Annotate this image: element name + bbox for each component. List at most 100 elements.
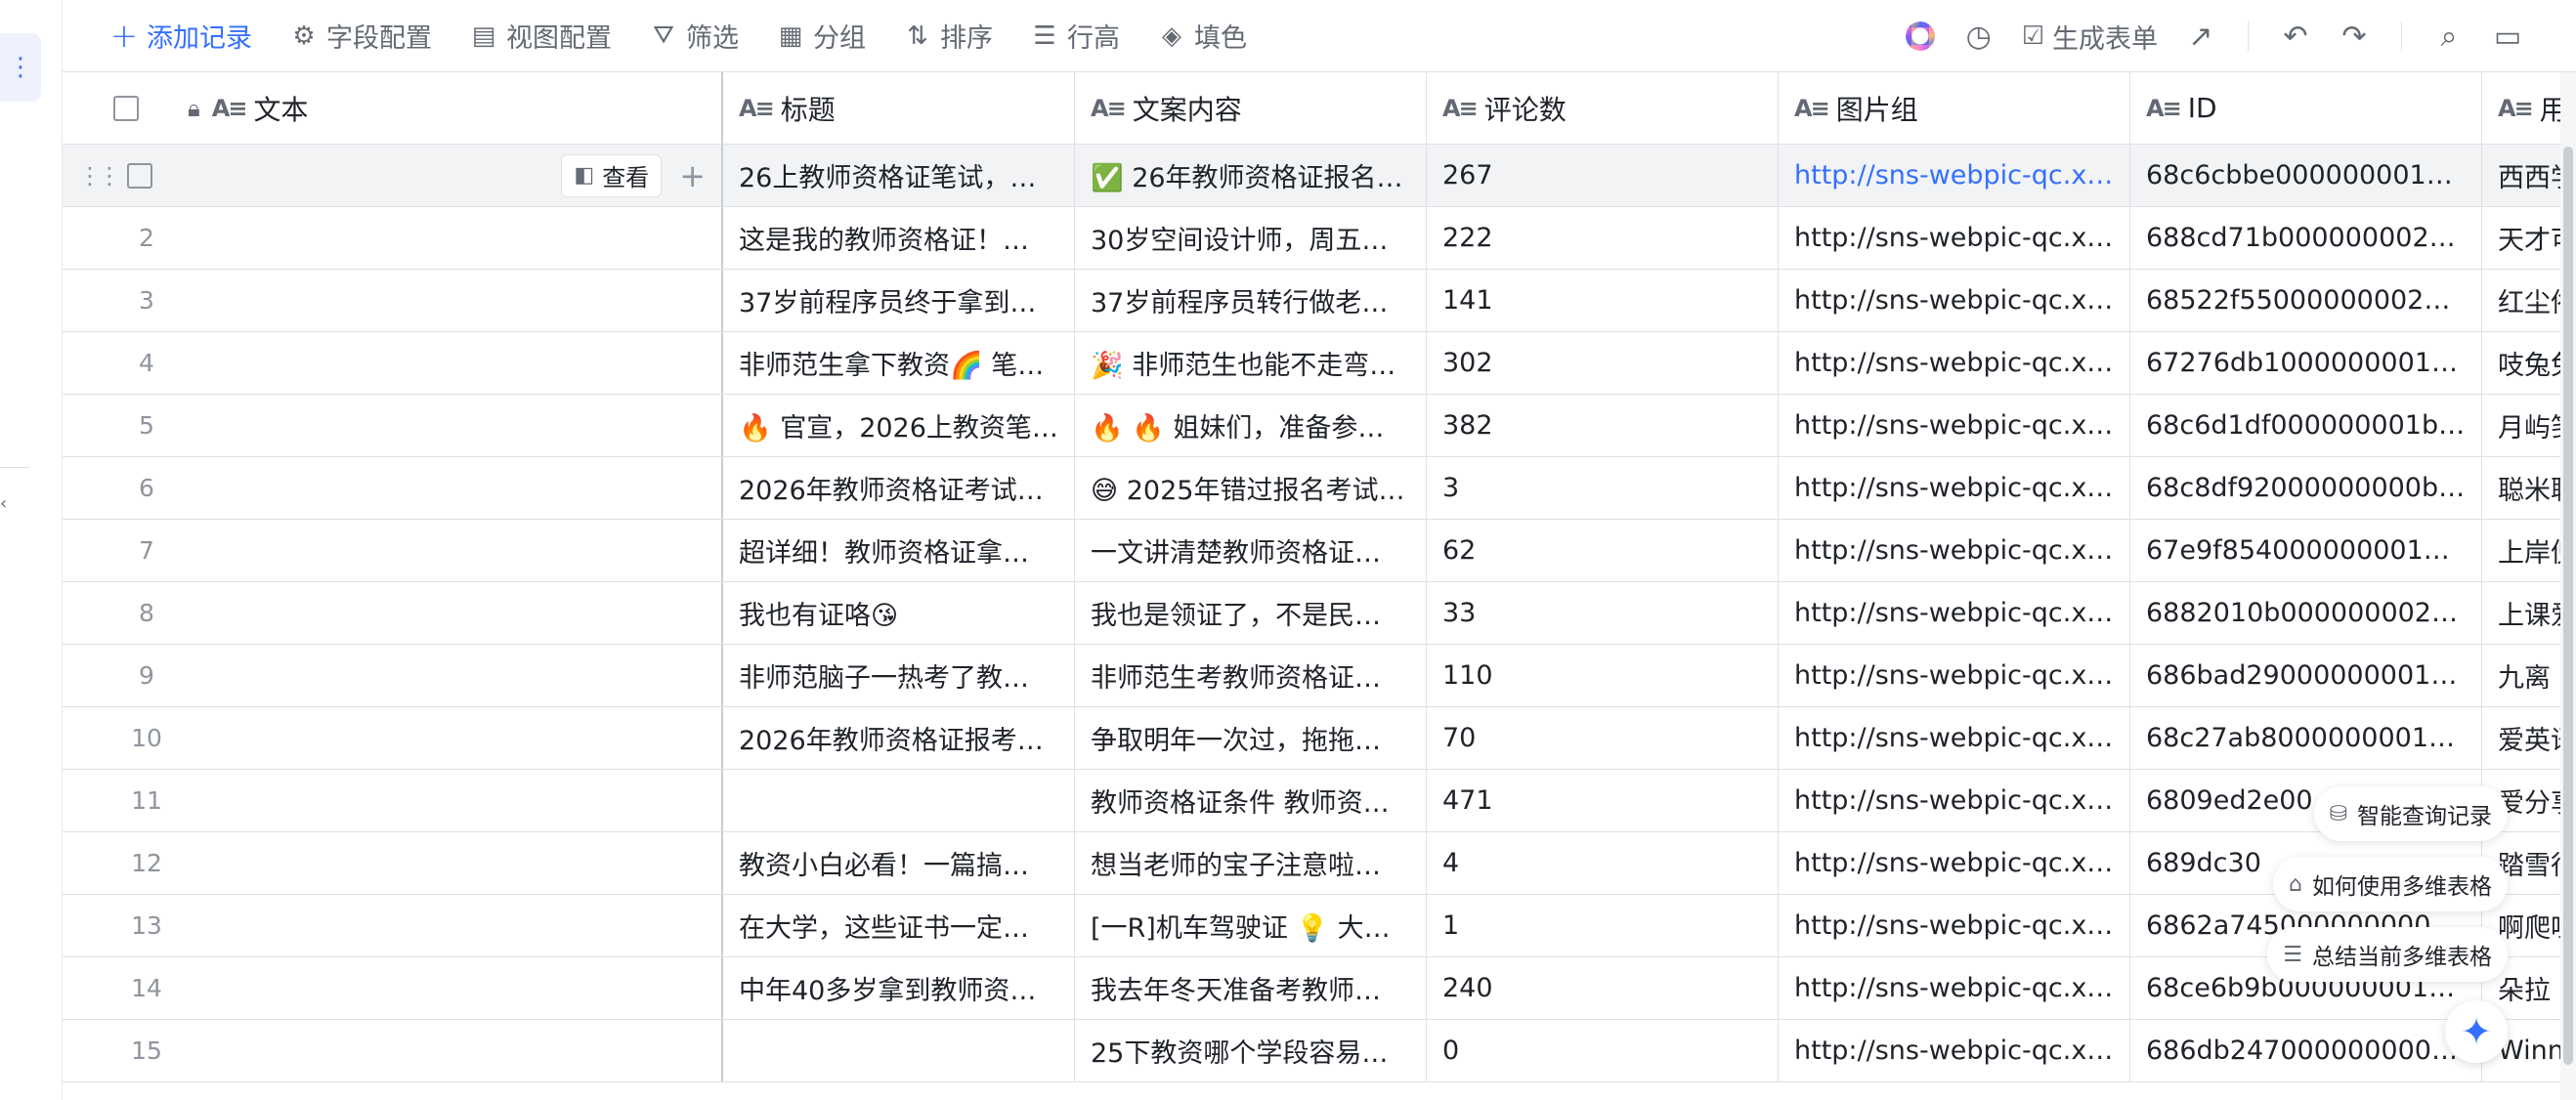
cell-comments[interactable]: 110 bbox=[1427, 645, 1779, 706]
cell-title[interactable]: 非师范脑子一热考了教… bbox=[723, 645, 1075, 706]
cell-content[interactable]: 🎉 非师范生也能不走弯… bbox=[1075, 332, 1427, 394]
undo-icon[interactable]: ↶ bbox=[2266, 0, 2325, 72]
cell-images[interactable]: http://sns-webpic-qc.x… bbox=[1779, 207, 2130, 269]
row-header-cell[interactable]: 14 bbox=[63, 957, 723, 1019]
column-header-content[interactable]: A≡ 文案内容 bbox=[1075, 72, 1427, 144]
table-row[interactable]: 10 2026年教师资格证报考… 争取明年一次过，拖拖… 70 http://s… bbox=[63, 707, 2576, 770]
row-header-cell[interactable]: 2 bbox=[63, 207, 723, 269]
cell-content[interactable]: 25下教资哪个学段容易… bbox=[1075, 1020, 1427, 1081]
cell-title[interactable]: 🔥 官宣，2026上教资笔… bbox=[723, 395, 1075, 456]
cell-id[interactable]: 67e9f854000000001d… bbox=[2130, 520, 2482, 581]
cell-images[interactable]: http://sns-webpic-qc.x… bbox=[1779, 1020, 2130, 1081]
cell-id[interactable]: 68522f550000000021… bbox=[2130, 270, 2482, 331]
cell-content[interactable]: 非师范生考教师资格证… bbox=[1075, 645, 1427, 706]
row-header-cell[interactable]: ⋮⋮ ◧ 查看 + bbox=[63, 145, 723, 206]
chevron-left-icon[interactable]: ‹ bbox=[0, 493, 7, 514]
cell-images[interactable]: http://sns-webpic-qc.x… bbox=[1779, 520, 2130, 581]
row-header-cell[interactable]: 6 bbox=[63, 457, 723, 519]
fill-color-button[interactable]: ◈ 填色 bbox=[1138, 0, 1266, 72]
cell-id[interactable]: 6882010b000000002… bbox=[2130, 582, 2482, 644]
table-row[interactable]: 14 中年40多岁拿到教师资… 我去年冬天准备考教师… 240 http://s… bbox=[63, 957, 2576, 1020]
column-header-title[interactable]: A≡ 标题 bbox=[723, 72, 1075, 144]
cell-comments[interactable]: 1 bbox=[1427, 895, 1779, 956]
cell-title[interactable]: 中年40多岁拿到教师资… bbox=[723, 957, 1075, 1019]
cell-title[interactable] bbox=[723, 770, 1075, 831]
cell-id[interactable]: 68c6cbbe000000001d… bbox=[2130, 145, 2482, 206]
cell-comments[interactable]: 141 bbox=[1427, 270, 1779, 331]
cell-images[interactable]: http://sns-webpic-qc.x… bbox=[1779, 645, 2130, 706]
cell-comments[interactable]: 222 bbox=[1427, 207, 1779, 269]
cell-images[interactable]: http://sns-webpic-qc.x… bbox=[1779, 457, 2130, 519]
ai-assistant-icon[interactable] bbox=[1891, 0, 1950, 72]
cell-content[interactable]: 我也是领证了，不是民… bbox=[1075, 582, 1427, 644]
cell-comments[interactable]: 4 bbox=[1427, 832, 1779, 894]
table-row[interactable]: 13 在大学，这些证书一定… [一R]机车驾驶证 💡 大… 1 http://s… bbox=[63, 895, 2576, 957]
cell-id[interactable]: 68c8df92000000000b… bbox=[2130, 457, 2482, 519]
cell-content[interactable]: 30岁空间设计师，周五… bbox=[1075, 207, 1427, 269]
comment-icon[interactable]: ▭ bbox=[2478, 0, 2537, 72]
plus-icon[interactable]: + bbox=[679, 157, 706, 194]
table-row[interactable]: 2 这是我的教师资格证！… 30岁空间设计师，周五… 222 http://sn… bbox=[63, 207, 2576, 270]
cell-id[interactable]: 68c6d1df000000001b… bbox=[2130, 395, 2482, 456]
cell-id[interactable]: 68c27ab8000000001b… bbox=[2130, 707, 2482, 769]
cell-comments[interactable]: 302 bbox=[1427, 332, 1779, 394]
row-header-cell[interactable]: 13 bbox=[63, 895, 723, 956]
table-row[interactable]: 15 25下教资哪个学段容易… 0 http://sns-webpic-qc.x… bbox=[63, 1020, 2576, 1082]
column-header-images[interactable]: A≡ 图片组 bbox=[1779, 72, 2130, 144]
cell-content[interactable]: 😅 2025年错过报名考试… bbox=[1075, 457, 1427, 519]
cell-comments[interactable]: 70 bbox=[1427, 707, 1779, 769]
row-header-cell[interactable]: 3 bbox=[63, 270, 723, 331]
vertical-scrollbar[interactable] bbox=[2560, 72, 2576, 1100]
row-header-cell[interactable]: 12 bbox=[63, 832, 723, 894]
search-icon[interactable]: ⌕ bbox=[2420, 0, 2478, 72]
cell-comments[interactable]: 3 bbox=[1427, 457, 1779, 519]
cell-images[interactable]: http://sns-webpic-qc.x… bbox=[1779, 770, 2130, 831]
row-header-cell[interactable]: 15 bbox=[63, 1020, 723, 1081]
expand-record-button[interactable]: ◧ 查看 bbox=[561, 153, 663, 197]
table-row[interactable]: ⋮⋮ ◧ 查看 + 26上教师资格证笔试，… ✅ 26年教师资格证报名… 267 … bbox=[63, 145, 2576, 207]
scrollbar-thumb[interactable] bbox=[2563, 147, 2573, 1065]
cell-comments[interactable]: 0 bbox=[1427, 1020, 1779, 1081]
cell-comments[interactable]: 382 bbox=[1427, 395, 1779, 456]
cell-content[interactable]: [一R]机车驾驶证 💡 大… bbox=[1075, 895, 1427, 956]
cell-images[interactable]: http://sns-webpic-qc.x… bbox=[1779, 145, 2130, 206]
cell-content[interactable]: 想当老师的宝子注意啦… bbox=[1075, 832, 1427, 894]
view-config-button[interactable]: ▤ 视图配置 bbox=[451, 0, 630, 72]
cell-title[interactable]: 非师范生拿下教资🌈 笔… bbox=[723, 332, 1075, 394]
summarize-button[interactable]: ☰ 总结当前多维表格 bbox=[2267, 927, 2508, 982]
cell-title[interactable]: 2026年教师资格证考试… bbox=[723, 457, 1075, 519]
row-height-button[interactable]: ☰ 行高 bbox=[1011, 0, 1138, 72]
cell-title[interactable]: 这是我的教师资格证！… bbox=[723, 207, 1075, 269]
smart-query-button[interactable]: ⛁ 智能查询记录 bbox=[2313, 786, 2508, 841]
cell-images[interactable]: http://sns-webpic-qc.x… bbox=[1779, 707, 2130, 769]
cell-images[interactable]: http://sns-webpic-qc.x… bbox=[1779, 270, 2130, 331]
row-header-cell[interactable]: 9 bbox=[63, 645, 723, 706]
generate-form-button[interactable]: ☑ 生成表单 bbox=[2008, 0, 2171, 72]
ai-sparkle-icon[interactable]: ✦ bbox=[2445, 1000, 2508, 1063]
table-row[interactable]: 7 超详细！教师资格证拿… 一文讲清楚教师资格证… 62 http://sns-… bbox=[63, 520, 2576, 582]
cell-title[interactable]: 37岁前程序员终于拿到… bbox=[723, 270, 1075, 331]
history-icon[interactable]: ◷ bbox=[1950, 0, 2008, 72]
row-header-cell[interactable]: 8 bbox=[63, 582, 723, 644]
cell-content[interactable]: 争取明年一次过，拖拖… bbox=[1075, 707, 1427, 769]
column-header-id[interactable]: A≡ ID bbox=[2130, 72, 2482, 144]
cell-comments[interactable]: 471 bbox=[1427, 770, 1779, 831]
cell-content[interactable]: 37岁前程序员转行做老… bbox=[1075, 270, 1427, 331]
select-all-checkbox[interactable] bbox=[113, 95, 139, 121]
filter-button[interactable]: ⛛ 筛选 bbox=[630, 0, 757, 72]
table-row[interactable]: 3 37岁前程序员终于拿到… 37岁前程序员转行做老… 141 http://s… bbox=[63, 270, 2576, 332]
cell-images[interactable]: http://sns-webpic-qc.x… bbox=[1779, 895, 2130, 956]
table-row[interactable]: 12 教资小白必看！一篇搞… 想当老师的宝子注意啦… 4 http://sns-… bbox=[63, 832, 2576, 895]
cell-title[interactable]: 在大学，这些证书一定… bbox=[723, 895, 1075, 956]
table-row[interactable]: 5 🔥 官宣，2026上教资笔… 🔥 🔥 姐妹们，准备参加… 382 http:… bbox=[63, 395, 2576, 457]
add-record-button[interactable]: + 添加记录 bbox=[63, 0, 271, 72]
cell-comments[interactable]: 33 bbox=[1427, 582, 1779, 644]
table-row[interactable]: 4 非师范生拿下教资🌈 笔… 🎉 非师范生也能不走弯… 302 http://s… bbox=[63, 332, 2576, 395]
column-header-comments[interactable]: A≡ 评论数 bbox=[1427, 72, 1779, 144]
cell-title[interactable]: 26上教师资格证笔试，… bbox=[723, 145, 1075, 206]
cell-comments[interactable]: 267 bbox=[1427, 145, 1779, 206]
redo-icon[interactable]: ↷ bbox=[2325, 0, 2383, 72]
cell-content[interactable]: ✅ 26年教师资格证报名… bbox=[1075, 145, 1427, 206]
cell-title[interactable]: 超详细！教师资格证拿… bbox=[723, 520, 1075, 581]
table-row[interactable]: 11 教师资格证条件 教师资… 471 http://sns-webpic-qc… bbox=[63, 770, 2576, 832]
